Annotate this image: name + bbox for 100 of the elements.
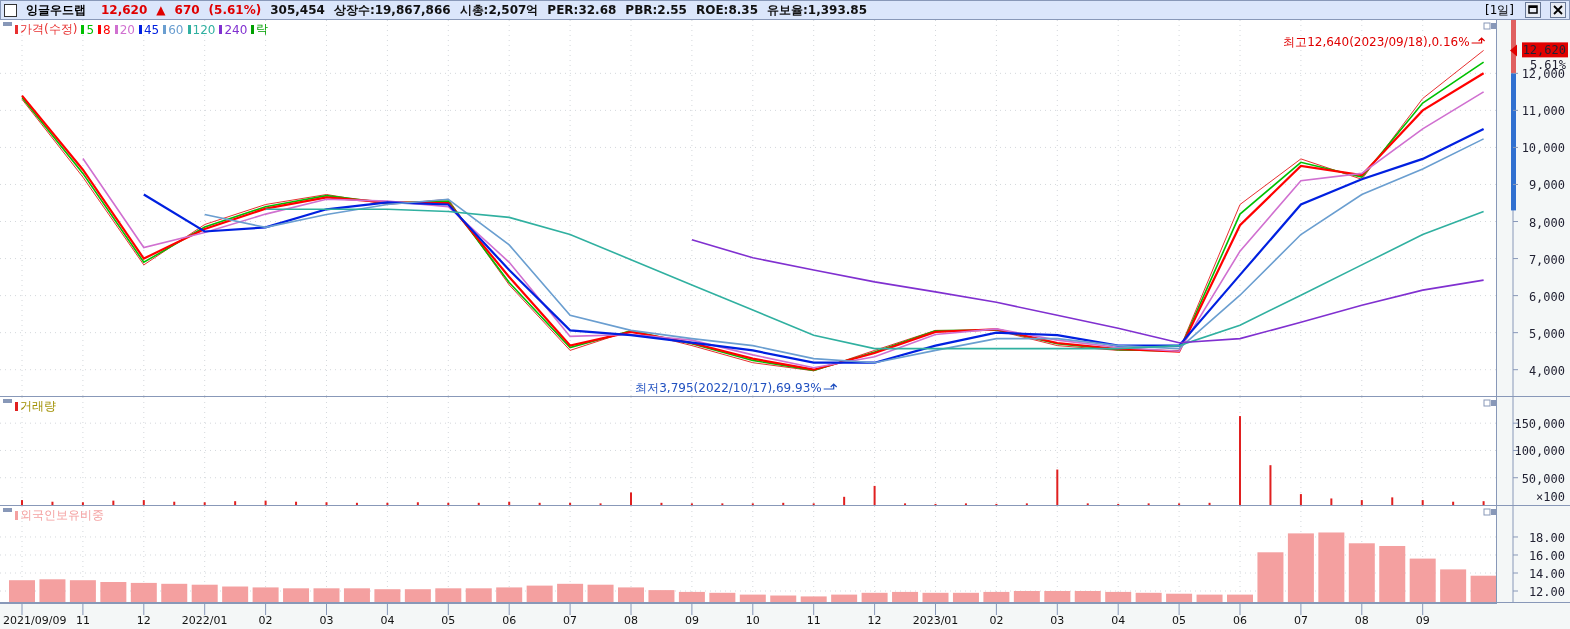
ownership-bar bbox=[283, 588, 310, 602]
ownership-bar bbox=[587, 584, 614, 602]
legend-label: 8 bbox=[103, 22, 111, 37]
axis-label: 6,000 bbox=[1528, 289, 1565, 304]
pane-handle-icon[interactable] bbox=[3, 508, 12, 512]
axis-label: 7,000 bbox=[1528, 252, 1565, 267]
ownership-bar bbox=[404, 589, 431, 602]
volume-bar bbox=[508, 501, 511, 505]
legend-swatch bbox=[15, 402, 18, 411]
axis-label: 04 bbox=[380, 614, 395, 627]
legend-label: 60 bbox=[168, 22, 184, 37]
ownership-bar bbox=[39, 579, 66, 602]
volume-bar bbox=[1360, 500, 1363, 505]
change-amount: 670 bbox=[174, 3, 200, 17]
arrow-icon bbox=[823, 383, 838, 390]
ownership-bar bbox=[678, 591, 705, 602]
current-price-marker-icon bbox=[1510, 44, 1517, 57]
legend-label: 120 bbox=[192, 22, 216, 37]
ownership-bar bbox=[1227, 594, 1253, 602]
ownership-bar bbox=[618, 587, 644, 602]
current-price-badge: 12,620 bbox=[1522, 42, 1568, 58]
stock-stat: PBR:2.55 bbox=[625, 3, 687, 17]
pane-handle-icon[interactable] bbox=[3, 399, 12, 403]
period-label[interactable]: [1일] bbox=[1485, 1, 1514, 19]
axis-label: 06 bbox=[502, 614, 517, 627]
arrow-icon bbox=[1471, 37, 1486, 44]
axis-label: 08 bbox=[624, 614, 638, 627]
unit-label: ×100 bbox=[1536, 490, 1565, 504]
ownership-bar bbox=[130, 582, 157, 602]
price-annotation: 최고12,640(2023/09/18),0.16% bbox=[1283, 35, 1470, 49]
ownership-bar bbox=[861, 592, 888, 602]
legend-label: 외국인보유비중 bbox=[20, 507, 104, 524]
ownership-bar bbox=[222, 586, 249, 602]
axis-label: 04 bbox=[1111, 614, 1126, 627]
ownership-bar bbox=[983, 591, 1010, 602]
legend-label: 5 bbox=[86, 22, 94, 37]
axis-label: 8,000 bbox=[1528, 215, 1565, 230]
ownership-bar bbox=[374, 589, 401, 602]
axis-label: 08 bbox=[1354, 614, 1369, 627]
volume-bar bbox=[873, 485, 876, 505]
ownership-bar bbox=[892, 591, 919, 602]
volume-bar bbox=[51, 501, 54, 505]
pane-buttons-icon[interactable] bbox=[1483, 399, 1496, 407]
ownership-bar bbox=[952, 592, 979, 602]
volume-bar bbox=[112, 500, 115, 505]
axis-label: 09 bbox=[684, 614, 699, 627]
maximize-icon[interactable] bbox=[1525, 2, 1541, 18]
ownership-bar bbox=[313, 588, 340, 602]
volume-bar bbox=[1391, 497, 1394, 505]
axis-label: 2023/01 bbox=[912, 614, 959, 627]
ownership-bar bbox=[739, 594, 766, 602]
pane-handle-icon[interactable] bbox=[3, 22, 12, 26]
checkbox[interactable] bbox=[4, 3, 17, 17]
legend-label: 거래량 bbox=[20, 398, 56, 415]
legend-swatch bbox=[81, 25, 85, 34]
axis-label: 11,000 bbox=[1521, 104, 1565, 119]
ownership-bar bbox=[1166, 593, 1193, 602]
axis-label: 4,000 bbox=[1528, 363, 1565, 378]
ownership-bar bbox=[1105, 591, 1132, 602]
ownership-bar bbox=[922, 592, 949, 602]
axis-label: 5,000 bbox=[1528, 326, 1565, 341]
axis-label: 02 bbox=[989, 614, 1004, 627]
pane-buttons-icon[interactable] bbox=[1483, 22, 1496, 30]
axis-label: 07 bbox=[1293, 614, 1308, 627]
axis-label: 12 bbox=[867, 614, 882, 627]
volume-bar bbox=[295, 501, 298, 505]
change-percent: (5.61%) bbox=[208, 3, 262, 17]
ownership-bar bbox=[1013, 591, 1040, 602]
legend-label: 45 bbox=[143, 22, 160, 37]
ownership-bar bbox=[1440, 569, 1467, 602]
axis-label: 2022/01 bbox=[181, 614, 228, 627]
legend-swatch bbox=[114, 25, 118, 34]
legend-swatch bbox=[15, 511, 18, 520]
axis-label: 09 bbox=[1415, 614, 1430, 627]
ownership-bar bbox=[648, 590, 675, 602]
axis-label: 2021/09/09 bbox=[3, 614, 67, 627]
ownership-bar bbox=[343, 588, 370, 602]
ownership-bar bbox=[435, 588, 462, 602]
pane-buttons-icon[interactable] bbox=[1483, 508, 1496, 516]
legend-swatch bbox=[15, 25, 18, 34]
axis-label: 18.00 bbox=[1528, 531, 1565, 545]
volume-bar bbox=[264, 500, 267, 505]
volume-bar bbox=[1056, 469, 1059, 505]
ownership-bar bbox=[191, 584, 218, 602]
ownership-bar bbox=[161, 583, 188, 602]
legend-label: 락 bbox=[256, 21, 269, 38]
ownership-bar bbox=[557, 583, 584, 602]
axis-label: 9,000 bbox=[1528, 178, 1565, 193]
close-icon[interactable] bbox=[1550, 2, 1566, 18]
stock-stat: 상장수:19,867,866 bbox=[333, 1, 451, 19]
legend-swatch bbox=[98, 25, 101, 34]
price-annotation: 최저3,795(2022/10/17),69.93% bbox=[635, 381, 822, 395]
axis-label: 03 bbox=[319, 614, 334, 627]
ownership-bar bbox=[100, 582, 127, 602]
axis-label: 10,000 bbox=[1521, 141, 1565, 156]
axis-label: 02 bbox=[258, 614, 273, 627]
legend-label: 가격(수정) bbox=[20, 21, 78, 38]
axis-label: 14.00 bbox=[1528, 567, 1565, 581]
volume-bar bbox=[1452, 501, 1455, 505]
volume-bar bbox=[1269, 465, 1272, 505]
